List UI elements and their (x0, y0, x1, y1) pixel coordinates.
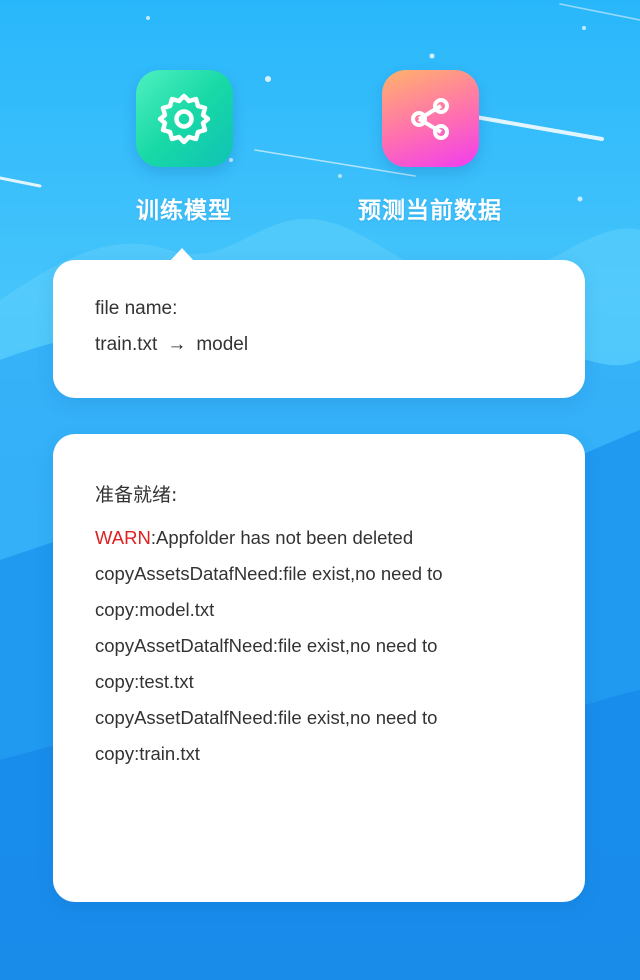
log-line: copy:train.txt (95, 743, 200, 764)
arrow-icon: → (167, 334, 187, 355)
train-model-button[interactable] (135, 70, 233, 167)
target-model-name: model (196, 334, 249, 355)
card-pointer (170, 248, 194, 261)
predict-data-action[interactable]: 预测当前数据 (330, 70, 530, 225)
file-mapping: train.txt → model (95, 334, 248, 356)
source-file-name: train.txt (95, 334, 158, 355)
log-line-text: :Appfolder has not been deleted (150, 527, 414, 548)
status-log-card: 准备就绪: WARN:Appfolder has not been delete… (53, 434, 585, 902)
file-name-card: file name: train.txt → model (53, 248, 585, 398)
log-line: copyAssetsDatafNeed:file exist,no need t… (95, 563, 443, 584)
file-name-label: file name: (95, 298, 178, 319)
log-line: copyAssetDatalfNeed:file exist,no need t… (95, 635, 438, 656)
train-model-label: 训练模型 (136, 198, 232, 224)
log-line: copyAssetDatalfNeed:file exist,no need t… (95, 707, 438, 728)
log-line: WARN:Appfolder has not been deleted (95, 524, 565, 560)
log-list: WARN:Appfolder has not been deleted copy… (95, 524, 565, 776)
predict-data-label: 预测当前数据 (358, 198, 502, 224)
warn-tag: WARN (95, 527, 151, 548)
gear-icon (157, 93, 211, 144)
predict-data-button[interactable] (381, 70, 479, 167)
log-line: copy:test.txt (95, 671, 194, 692)
log-line: copy:model.txt (95, 599, 215, 620)
train-model-action[interactable]: 训练模型 (84, 70, 284, 225)
share-icon (411, 97, 449, 140)
status-title: 准备就绪: (95, 484, 178, 506)
